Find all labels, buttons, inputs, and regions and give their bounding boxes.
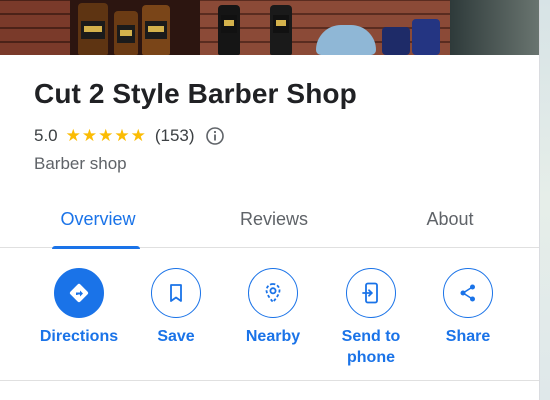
directions-label: Directions — [39, 328, 119, 345]
rating-stars: ★★★★★ — [65, 126, 147, 145]
place-panel: Cut 2 Style Barber Shop 5.0 ★★★★★ (153) … — [0, 0, 540, 400]
brick-wall — [0, 0, 70, 55]
tab-label: Overview — [60, 208, 136, 229]
tab-label: Reviews — [239, 208, 309, 229]
section-divider — [0, 380, 539, 381]
share-label: Share — [445, 328, 491, 345]
send-to-phone-button[interactable]: Send to phone — [323, 268, 419, 368]
bottle — [270, 5, 292, 55]
rating-row: 5.0 ★★★★★ (153) — [34, 126, 225, 146]
map-edge[interactable] — [540, 0, 550, 400]
nearby-button[interactable]: Nearby — [225, 268, 321, 347]
jar — [412, 19, 440, 55]
bottle — [218, 5, 240, 55]
send-to-phone-icon — [346, 268, 396, 318]
review-count[interactable]: (153) — [155, 126, 195, 146]
tab-overview[interactable]: Overview — [36, 190, 160, 249]
nearby-label: Nearby — [245, 328, 301, 345]
send-to-phone-label: Send to phone — [341, 328, 401, 366]
save-label: Save — [157, 328, 195, 345]
directions-icon — [54, 268, 104, 318]
save-button[interactable]: Save — [128, 268, 224, 347]
jar — [382, 27, 410, 55]
bottle — [114, 11, 138, 55]
bookmark-icon — [151, 268, 201, 318]
share-icon — [443, 268, 493, 318]
chair — [450, 0, 539, 55]
active-tab-indicator — [52, 246, 140, 249]
tab-about[interactable]: About — [396, 190, 504, 248]
share-button[interactable]: Share — [420, 268, 516, 347]
place-category[interactable]: Barber shop — [34, 154, 127, 174]
bottle — [142, 5, 170, 55]
nearby-icon — [248, 268, 298, 318]
tab-reviews[interactable]: Reviews — [214, 190, 334, 248]
place-name: Cut 2 Style Barber Shop — [34, 78, 357, 109]
bottle — [78, 3, 108, 55]
rating-score: 5.0 — [34, 126, 58, 145]
place-photo[interactable] — [0, 0, 539, 55]
tab-label: About — [426, 208, 474, 229]
tab-bar: Overview Reviews About — [0, 190, 539, 249]
info-icon[interactable] — [205, 126, 225, 146]
directions-button[interactable]: Directions — [31, 268, 127, 347]
action-bar: Directions Save Nearby Send to phone Sha… — [0, 268, 539, 378]
